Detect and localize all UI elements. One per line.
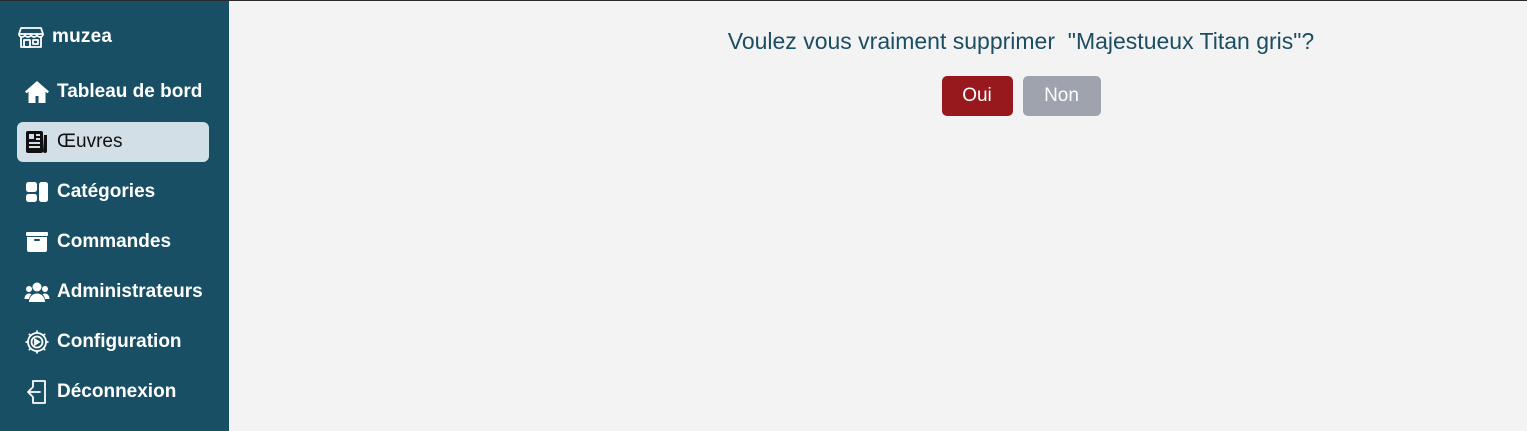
sidebar-item-label: Commandes (57, 231, 172, 252)
box-icon (24, 229, 50, 255)
sidebar-item-label: Catégories (57, 181, 156, 202)
sidebar-item-configuration[interactable]: Configuration (17, 322, 209, 362)
brand[interactable]: muzea (18, 23, 112, 51)
delete-confirmation-dialog: Voulez vous vraiment supprimer "Majestue… (229, 27, 1527, 116)
users-icon (24, 279, 50, 305)
main-content: Voulez vous vraiment supprimer "Majestue… (229, 1, 1527, 431)
home-icon (24, 79, 50, 105)
confirmation-question: Voulez vous vraiment supprimer "Majestue… (727, 28, 1315, 54)
sidebar-item-label: Tableau de bord (57, 81, 203, 102)
sidebar: muzea Tableau de bord Œuvres Catégories … (0, 1, 229, 431)
sidebar-item-label: Administrateurs (57, 281, 203, 302)
app-window: muzea Tableau de bord Œuvres Catégories … (0, 0, 1527, 431)
sidebar-nav: Tableau de bord Œuvres Catégories Comman… (17, 72, 209, 422)
brand-name: muzea (52, 26, 113, 47)
categories-icon (24, 179, 50, 205)
store-icon (18, 24, 44, 50)
confirm-no-button[interactable]: Non (1022, 76, 1101, 116)
sidebar-item-label: Configuration (57, 331, 182, 352)
sidebar-item-categories[interactable]: Catégories (17, 172, 209, 212)
sidebar-item-commandes[interactable]: Commandes (17, 222, 209, 262)
sidebar-item-oeuvres[interactable]: Œuvres (17, 122, 209, 162)
sidebar-item-label: Œuvres (57, 131, 123, 152)
sidebar-item-administrateurs[interactable]: Administrateurs (17, 272, 209, 312)
sidebar-item-tableau-de-bord[interactable]: Tableau de bord (17, 72, 209, 112)
dialog-buttons: Oui Non (515, 76, 1527, 116)
gear-icon (24, 329, 50, 355)
sidebar-item-label: Déconnexion (57, 381, 177, 402)
confirm-yes-button[interactable]: Oui (941, 76, 1013, 116)
logout-icon (24, 379, 50, 405)
sidebar-item-deconnexion[interactable]: Déconnexion (17, 372, 209, 412)
newspaper-icon (24, 129, 50, 155)
